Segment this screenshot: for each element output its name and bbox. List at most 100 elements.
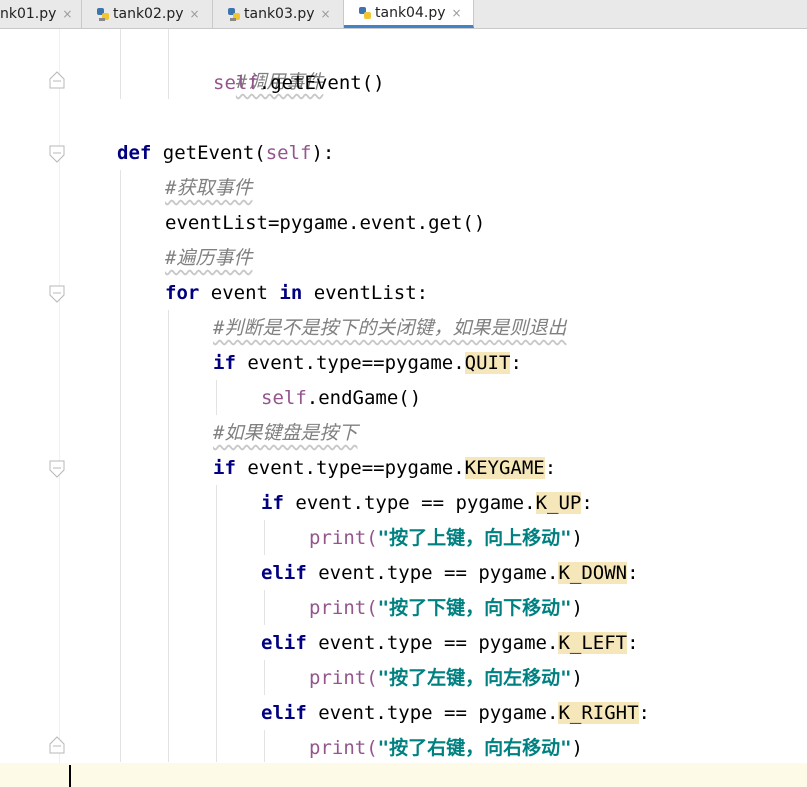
code-line[interactable]: if event.type==pygame.QUIT:: [213, 346, 522, 381]
indent-guide: [264, 590, 265, 625]
code-line[interactable]: print("按了左键，向左移动"): [309, 661, 583, 696]
code-comment: #判断是不是按下的关闭键，如果是则退出: [213, 317, 567, 339]
python-file-icon: [358, 6, 372, 20]
code-text: event.type==pygame.: [235, 352, 465, 374]
code-line[interactable]: print("按了右键，向右移动"): [309, 731, 583, 766]
keyword: elif: [261, 562, 307, 584]
editor-gutter: [0, 29, 60, 787]
close-icon[interactable]: ×: [62, 7, 72, 21]
current-line-highlight: [0, 763, 807, 787]
code-line[interactable]: #判断是不是按下的关闭键，如果是则退出: [213, 311, 566, 346]
python-file-icon: [96, 7, 110, 21]
keyword: elif: [261, 702, 307, 724]
tab-tank04[interactable]: tank04.py ×: [344, 0, 474, 28]
tab-tank03[interactable]: tank03.py ×: [213, 0, 344, 28]
indent-guide: [120, 170, 121, 762]
code-line[interactable]: elif event.type == pygame.K_RIGHT:: [261, 696, 650, 731]
keyword: for: [165, 282, 200, 304]
code-text: ): [571, 597, 583, 619]
code-line[interactable]: if event.type==pygame.KEYGAME:: [213, 451, 556, 486]
highlighted-identifier: K_UP: [535, 492, 582, 514]
python-file-icon: [227, 7, 241, 21]
code-text: ): [571, 667, 583, 689]
fold-start-icon[interactable]: [48, 284, 66, 304]
code-line[interactable]: print("按了下键，向下移动"): [309, 591, 583, 626]
code-line[interactable]: #调用事件: [213, 30, 323, 93]
code-line[interactable]: if event.type == pygame.K_UP:: [261, 486, 593, 521]
tab-label: nk01.py: [0, 6, 57, 22]
highlighted-identifier: K_LEFT: [558, 632, 628, 654]
string-literal: "按了右键，向右移动": [377, 737, 572, 759]
close-icon[interactable]: ×: [321, 7, 331, 21]
builtin-print: print(: [309, 597, 378, 619]
string-literal: "按了下键，向下移动": [377, 597, 572, 619]
code-line[interactable]: eventList=pygame.event.get(): [165, 206, 485, 241]
code-text: :: [581, 492, 593, 514]
string-literal: "按了左键，向左移动": [377, 667, 572, 689]
code-text: :: [510, 352, 522, 374]
text-caret: [69, 765, 71, 787]
code-line[interactable]: def getEvent(self):: [117, 136, 334, 171]
code-comment: #遍历事件: [165, 247, 253, 269]
self-token: self: [261, 387, 307, 409]
builtin-print: print(: [309, 667, 378, 689]
tab-label: tank02.py: [113, 6, 184, 22]
keyword: in: [279, 282, 303, 304]
editor-tab-bar: nk01.py × tank02.py × tank03.py × tank04…: [0, 0, 807, 29]
tab-tank02[interactable]: tank02.py ×: [82, 0, 213, 28]
code-text: event.type == pygame.: [306, 632, 559, 654]
code-text: .endGame(): [306, 387, 422, 409]
close-icon[interactable]: ×: [452, 6, 462, 20]
highlighted-identifier: K_DOWN: [558, 562, 628, 584]
keyword: if: [213, 352, 236, 374]
close-icon[interactable]: ×: [190, 7, 200, 21]
indent-guide: [168, 310, 169, 762]
builtin-print: print(: [309, 737, 378, 759]
code-text: event.type == pygame.: [306, 702, 559, 724]
code-text: eventList=pygame.event.get(): [165, 212, 486, 234]
highlighted-identifier: KEYGAME: [464, 457, 545, 479]
fold-end-icon[interactable]: [48, 735, 66, 755]
tab-tank01[interactable]: nk01.py ×: [0, 0, 82, 28]
code-text: :: [627, 632, 639, 654]
string-literal: "按了上键，向上移动": [377, 527, 572, 549]
code-comment: #获取事件: [165, 177, 253, 199]
code-text: ):: [311, 142, 335, 164]
code-text: :: [638, 702, 650, 724]
highlighted-identifier: K_RIGHT: [558, 702, 639, 724]
indent-guide: [168, 29, 169, 99]
code-text: event: [199, 282, 280, 304]
indent-guide: [264, 730, 265, 762]
code-line[interactable]: self.endGame(): [261, 381, 421, 416]
code-text: ): [571, 737, 583, 759]
builtin-print: print(: [309, 527, 378, 549]
keyword: elif: [261, 632, 307, 654]
keyword: if: [213, 457, 236, 479]
code-text: :: [544, 457, 557, 479]
code-comment: #如果键盘是按下: [213, 422, 358, 444]
code-line[interactable]: #遍历事件: [165, 241, 252, 276]
fold-start-icon[interactable]: [48, 459, 66, 479]
code-line[interactable]: for event in eventList:: [165, 276, 428, 311]
gutter-divider: [59, 29, 60, 787]
code-line[interactable]: #获取事件: [165, 171, 252, 206]
code-text: :: [627, 562, 639, 584]
self-token: self: [265, 142, 312, 164]
code-line[interactable]: self.getEvent(): [213, 66, 385, 101]
code-text: eventList:: [302, 282, 429, 304]
code-text: event.type == pygame.: [283, 492, 536, 514]
indent-guide: [264, 660, 265, 695]
code-line[interactable]: #如果键盘是按下: [213, 416, 357, 451]
code-text: event.type==pygame.: [235, 457, 465, 479]
code-line[interactable]: print("按了上键，向上移动"): [309, 521, 583, 556]
fold-end-icon[interactable]: [48, 70, 66, 90]
code-line[interactable]: elif event.type == pygame.K_DOWN:: [261, 556, 639, 591]
indent-guide: [264, 520, 265, 555]
code-line[interactable]: elif event.type == pygame.K_LEFT:: [261, 626, 639, 661]
code-text: .getEvent(): [258, 72, 385, 94]
self-token: self: [213, 72, 259, 94]
fold-start-icon[interactable]: [48, 144, 66, 164]
highlighted-identifier: QUIT: [464, 352, 511, 374]
code-text: getEvent(: [151, 142, 266, 164]
keyword: if: [261, 492, 284, 514]
